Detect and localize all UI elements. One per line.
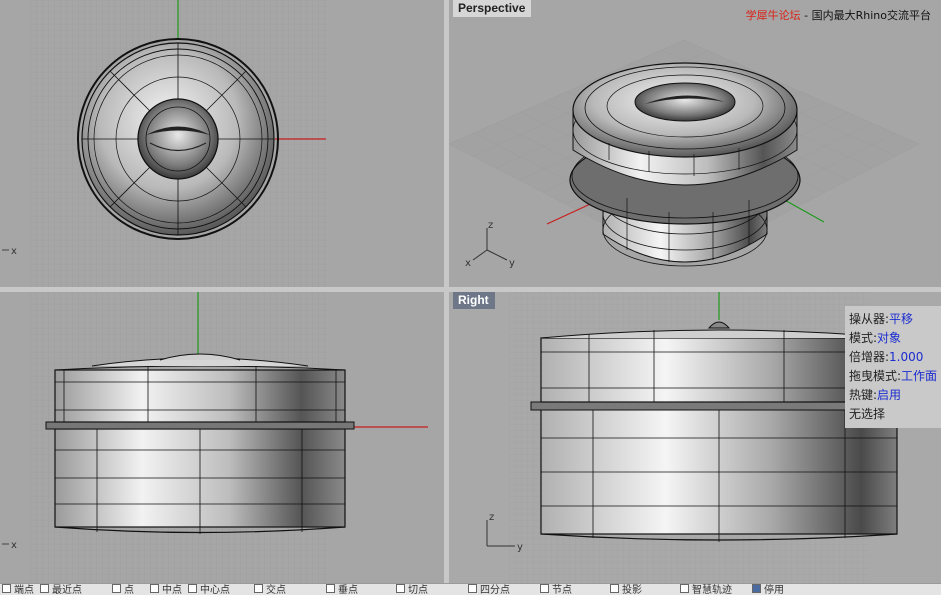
front-view-model: [45, 353, 355, 534]
gumball-info-panel: 操从器:平移 模式:对象 倍增器:1.000 拖曳模式:工作面 热键:启用 无选…: [845, 306, 941, 428]
osnap-tan[interactable]: 切点: [396, 584, 428, 595]
osnap-checkbox[interactable]: [40, 584, 49, 593]
osnap-checkbox[interactable]: [150, 584, 159, 593]
osnap-disable[interactable]: 停用: [752, 584, 784, 595]
persp-x-label: x: [465, 258, 471, 269]
osnap-checkbox[interactable]: [752, 584, 761, 593]
osnap-checkbox[interactable]: [326, 584, 335, 593]
osnap-checkbox[interactable]: [396, 584, 405, 593]
persp-world-axis-icon: [472, 228, 508, 261]
osnap-mid[interactable]: 中点: [150, 584, 182, 595]
top-view-canvas: x: [2, 0, 328, 287]
osnap-checkbox[interactable]: [540, 584, 549, 593]
viewport-top[interactable]: x: [0, 0, 444, 287]
osnap-near[interactable]: 最近点: [40, 584, 82, 595]
osnap-perp[interactable]: 垂点: [326, 584, 358, 595]
osnap-knot[interactable]: 节点: [540, 584, 572, 595]
persp-y-label: y: [509, 258, 515, 269]
osnap-project[interactable]: 投影: [610, 584, 642, 595]
gumball-row-manipulator[interactable]: 操从器:平移: [849, 310, 941, 329]
osnap-checkbox[interactable]: [2, 584, 11, 593]
perspective-view-canvas: z x y: [449, 39, 920, 269]
osnap-quad[interactable]: 四分点: [468, 584, 510, 595]
gumball-row-hotkeys[interactable]: 热键:启用: [849, 386, 941, 405]
front-view-canvas: x: [2, 292, 428, 583]
viewport-perspective[interactable]: z x y Perspective 学犀牛论坛 - 国内最大Rhino交流平台: [449, 0, 941, 287]
watermark-slogan: 国内最大Rhino交流平台: [811, 9, 931, 22]
perspective-model: [569, 62, 801, 267]
osnap-checkbox[interactable]: [680, 584, 689, 593]
osnap-center[interactable]: 中心点: [188, 584, 230, 595]
right-z-label: z: [489, 512, 494, 523]
selection-status: 无选择: [849, 407, 886, 421]
viewport-title-perspective[interactable]: Perspective: [453, 0, 532, 17]
front-x-label: x: [11, 540, 17, 551]
watermark: 学犀牛论坛 - 国内最大Rhino交流平台: [746, 7, 931, 23]
gumball-row-multiplier[interactable]: 倍增器:1.000: [849, 348, 941, 367]
watermark-separator: -: [804, 9, 809, 22]
osnap-end[interactable]: 端点: [2, 584, 34, 595]
persp-z-label: z: [488, 220, 493, 231]
viewport-right[interactable]: z y Right 操从器:平移 模式:对象 倍增器:1.000 拖曳模式:工作…: [449, 292, 941, 583]
osnap-bar: 端点 最近点 点 中点 中心点 交点 垂点 切点 四分点 节点 投影 智慧轨迹 …: [0, 583, 941, 595]
osnap-checkbox[interactable]: [188, 584, 197, 593]
osnap-checkbox[interactable]: [254, 584, 263, 593]
gumball-row-mode[interactable]: 模式:对象: [849, 329, 941, 348]
right-y-label: y: [517, 542, 523, 553]
viewport-front[interactable]: x: [0, 292, 444, 583]
osnap-checkbox[interactable]: [468, 584, 477, 593]
osnap-int[interactable]: 交点: [254, 584, 286, 595]
osnap-checkbox[interactable]: [112, 584, 121, 593]
viewport-title-right[interactable]: Right: [453, 292, 495, 309]
top-x-label: x: [11, 246, 17, 257]
osnap-point[interactable]: 点: [112, 584, 134, 595]
osnap-smarttrack[interactable]: 智慧轨迹: [680, 584, 732, 595]
watermark-forum: 学犀牛论坛: [745, 9, 801, 22]
osnap-checkbox[interactable]: [610, 584, 619, 593]
gumball-row-drag-mode[interactable]: 拖曳模式:工作面: [849, 367, 941, 386]
